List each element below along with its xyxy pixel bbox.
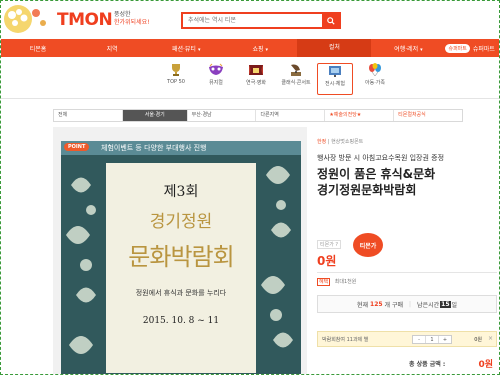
point-badge: POINT <box>64 143 90 151</box>
remaining-days: 15 <box>440 300 451 308</box>
deal-title-line1: 정원이 품은 휴식&문화 <box>317 167 436 181</box>
theater-icon <box>249 65 263 75</box>
stepper-plus[interactable]: + <box>439 336 451 343</box>
main-nav: 티몬홈 지역 패션·뷰티 ▾ 쇼핑 ▾ 컬처 여행·레저 ▾ 슈퍼마트 슈퍼마트 <box>1 39 499 57</box>
nav-item-shopping[interactable]: 쇼핑 ▾ <box>223 44 297 53</box>
trophy-icon <box>172 64 180 76</box>
region-tabs: 전체 서울·경기 부산·경남 다른지역 ★예술의전당★ 티몬컬처공식 <box>53 109 463 122</box>
point-text: 체험이벤트 등 다양한 부대행사 진행 <box>101 144 207 152</box>
search-box <box>181 12 341 29</box>
supermart-label: 슈퍼마트 <box>472 45 495 53</box>
total-label: 총 상품 금액 : <box>409 361 446 368</box>
supermart-badge: 슈퍼마트 <box>445 43 470 53</box>
supermart-link[interactable]: 슈퍼마트 슈퍼마트 <box>445 43 499 53</box>
category-label: 연극·영화 <box>246 80 266 86</box>
selected-option: 박람회참여 11과제 별 - 1 + 0원 × <box>317 331 497 347</box>
current-suffix: 개 구매 <box>384 301 404 309</box>
mask-icon <box>209 63 223 75</box>
shop-brand: 한정 <box>317 139 327 145</box>
poster-subtitle: 정원에서 휴식과 문화를 누리다 <box>135 289 227 297</box>
current-count: 125 <box>370 300 383 308</box>
tmon-price-button[interactable]: 티몬가 <box>353 233 383 257</box>
category-musical[interactable]: 뮤지컬 <box>198 63 234 95</box>
category-bar: TOP 50 뮤지컬 연극·영화 클래식·콘서트 전시·체험 아동·가족 <box>1 57 499 99</box>
category-label: 뮤지컬 <box>209 80 223 86</box>
tagline-line2: 한가위되세요! <box>114 19 150 26</box>
option-text: 박람회참여 11과제 별 <box>322 337 369 343</box>
tab-other-region[interactable]: 다른지역 <box>256 110 326 121</box>
total-price: 0원 <box>478 360 493 370</box>
nav-item-culture[interactable]: 컬처 <box>297 39 372 57</box>
benefit-line: 혜택 최대1천원 <box>317 278 357 286</box>
deal-title: 정원이 품은 휴식&문화 경기정원문화박람회 <box>317 166 497 198</box>
tab-all[interactable]: 전체 <box>54 110 123 121</box>
nav-item-home[interactable]: 티몬홈 <box>1 44 75 53</box>
tab-seoul-gyeonggi[interactable]: 서울·경기 <box>122 110 188 121</box>
tagline-line1: 풍성한 <box>114 11 131 18</box>
deal-poster[interactable]: POINT 체험이벤트 등 다양한 부대행사 진행 제3회 경기정원 문화박람회… <box>61 141 301 374</box>
exhibition-icon <box>329 66 341 77</box>
stepper-value[interactable]: 1 <box>426 336 439 343</box>
category-top50[interactable]: TOP 50 <box>158 63 194 95</box>
poster-card: 제3회 경기정원 문화박람회 정원에서 휴식과 문화를 누리다 2015. 10… <box>106 163 256 373</box>
gramophone-icon <box>291 64 301 76</box>
tagline: 풍성한 한가위되세요! <box>114 11 162 27</box>
nav-item-fashion[interactable]: 패션·뷰티 ▾ <box>149 44 223 53</box>
nav-item-local[interactable]: 지역 <box>75 44 149 53</box>
tab-official[interactable]: 티몬컬처공식 <box>394 110 462 121</box>
current-label: 현재 <box>356 301 369 309</box>
poster-date: 2015. 10. 8 ~ 11 <box>142 316 220 326</box>
poster-title-line1: 경기정원 <box>149 212 213 232</box>
quantity-stepper: - 1 + <box>412 335 452 344</box>
tmon-logo[interactable]: TMON <box>57 10 113 30</box>
tab-arts-center[interactable]: ★예술의전당★ <box>325 110 395 121</box>
tab-busan[interactable]: 부산·경남 <box>188 110 257 121</box>
sales-status: 현재 125 개 구매 | 남은시간 15 일 <box>317 295 497 313</box>
deal-subtitle: 행사장 방문 시 아침고요수목원 입장권 증정 <box>317 154 445 162</box>
category-classic[interactable]: 클래식·콘서트 <box>278 63 314 95</box>
category-exhibition[interactable]: 전시·체험 <box>317 63 353 95</box>
shop-name[interactable]: | 현상멋쇼핑몬트 <box>328 139 363 145</box>
separator: | <box>409 300 412 308</box>
category-kids[interactable]: 아동·가족 <box>357 63 393 95</box>
option-price: 0원 <box>474 337 482 343</box>
stepper-minus[interactable]: - <box>413 336 426 343</box>
poster-edition: 제3회 <box>163 184 199 200</box>
shop-line: 한정 | 현상멋쇼핑몬트 <box>317 138 363 145</box>
benefit-tag: 혜택 <box>317 278 331 286</box>
remaining-suffix: 일 <box>451 301 458 309</box>
browser-frame: TMON 풍성한 한가위되세요! 티몬홈 지역 패션·뷰티▾ 쇼핑▾ 컬처 여행… <box>0 0 500 375</box>
nav-item-travel[interactable]: 여행·레저 ▾ <box>371 44 445 53</box>
price-label[interactable]: 티몬가 ? <box>317 240 342 249</box>
poster-title-line2: 문화박람회 <box>128 243 234 271</box>
total-row: 총 상품 금액 : 0원 <box>317 357 497 371</box>
category-label: 클래식·콘서트 <box>281 80 311 86</box>
search-input[interactable] <box>183 14 323 27</box>
divider <box>317 272 497 273</box>
category-label: 아동·가족 <box>365 80 385 86</box>
point-banner: POINT 체험이벤트 등 다양한 부대행사 진행 <box>61 141 301 155</box>
category-theater[interactable]: 연극·영화 <box>238 63 274 95</box>
close-icon[interactable]: × <box>488 335 493 342</box>
chuseok-flower-icon <box>4 5 46 33</box>
category-label: 전시·체험 <box>325 81 345 87</box>
search-icon <box>326 16 335 25</box>
benefit-text: 최대1천원 <box>334 279 357 285</box>
balloon-icon <box>369 63 381 77</box>
category-label: TOP 50 <box>167 79 185 85</box>
deal-title-line2: 경기정원문화박람회 <box>317 183 417 197</box>
search-button[interactable] <box>322 14 339 27</box>
header: TMON 풍성한 한가위되세요! <box>1 1 499 39</box>
remaining-label: 남은시간 <box>417 301 440 309</box>
